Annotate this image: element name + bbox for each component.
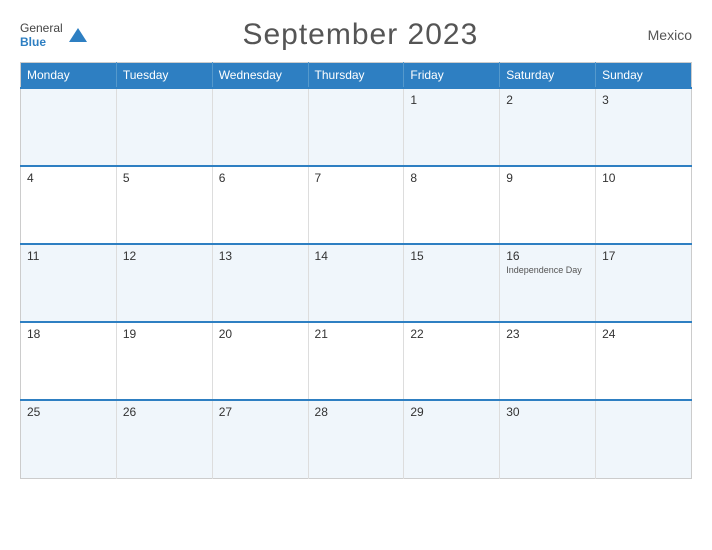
calendar-cell-w2-d5: 16 Independence Day [500, 244, 596, 322]
cell-day-number: 19 [123, 327, 136, 341]
cell-day-number: 18 [27, 327, 40, 341]
calendar-cell-w1-d5: 9 [500, 166, 596, 244]
calendar-cell-w4-d2: 27 [212, 400, 308, 478]
calendar-cell-w3-d0: 18 [21, 322, 117, 400]
cell-day-number: 8 [410, 171, 417, 185]
calendar-cell-w2-d1: 12 [116, 244, 212, 322]
weekday-monday: Monday [21, 63, 117, 89]
cell-day-number: 7 [315, 171, 322, 185]
logo-blue: Blue [20, 35, 46, 49]
logo: General Blue [20, 21, 89, 50]
cell-day-number: 2 [506, 93, 513, 107]
calendar-cell-w3-d4: 22 [404, 322, 500, 400]
weekday-thursday: Thursday [308, 63, 404, 89]
cell-day-number: 13 [219, 249, 232, 263]
cell-day-number: 4 [27, 171, 34, 185]
calendar-table: Monday Tuesday Wednesday Thursday Friday… [20, 62, 692, 479]
cell-day-number: 12 [123, 249, 136, 263]
calendar-week-1: 4 5 6 7 8 9 10 [21, 166, 692, 244]
calendar-cell-w1-d0: 4 [21, 166, 117, 244]
cell-day-number: 24 [602, 327, 615, 341]
calendar-week-4: 25 26 27 28 29 30 [21, 400, 692, 478]
cell-day-number: 21 [315, 327, 328, 341]
calendar-cell-w2-d3: 14 [308, 244, 404, 322]
calendar-cell-w1-d2: 6 [212, 166, 308, 244]
calendar-week-2: 11 12 13 14 15 16 Independence Day 17 [21, 244, 692, 322]
cell-day-number: 23 [506, 327, 519, 341]
cell-day-number: 6 [219, 171, 226, 185]
weekday-tuesday: Tuesday [116, 63, 212, 89]
logo-flag-icon [67, 26, 89, 44]
calendar-cell-w4-d4: 29 [404, 400, 500, 478]
cell-day-number: 16 [506, 249, 519, 263]
calendar-cell-w4-d1: 26 [116, 400, 212, 478]
cell-day-number: 20 [219, 327, 232, 341]
calendar-cell-w0-d3 [308, 88, 404, 166]
cell-day-number: 9 [506, 171, 513, 185]
cell-day-number: 30 [506, 405, 519, 419]
calendar-cell-w0-d4: 1 [404, 88, 500, 166]
cell-day-number: 14 [315, 249, 328, 263]
calendar-cell-w3-d3: 21 [308, 322, 404, 400]
logo-text: General Blue [20, 21, 63, 50]
cell-day-number: 11 [27, 249, 39, 263]
calendar-cell-w4-d6 [596, 400, 692, 478]
calendar-cell-w3-d5: 23 [500, 322, 596, 400]
calendar-cell-w1-d6: 10 [596, 166, 692, 244]
calendar-cell-w0-d1 [116, 88, 212, 166]
calendar-cell-w2-d6: 17 [596, 244, 692, 322]
weekday-sunday: Sunday [596, 63, 692, 89]
calendar-cell-w4-d3: 28 [308, 400, 404, 478]
calendar-cell-w2-d0: 11 [21, 244, 117, 322]
calendar-cell-w0-d5: 2 [500, 88, 596, 166]
logo-general: General [20, 21, 63, 35]
calendar-cell-w0-d2 [212, 88, 308, 166]
calendar-cell-w3-d1: 19 [116, 322, 212, 400]
cell-day-number: 3 [602, 93, 609, 107]
cell-day-number: 27 [219, 405, 232, 419]
cell-day-number: 17 [602, 249, 615, 263]
calendar-cell-w4-d5: 30 [500, 400, 596, 478]
calendar-cell-w1-d3: 7 [308, 166, 404, 244]
weekday-friday: Friday [404, 63, 500, 89]
calendar-cell-w1-d1: 5 [116, 166, 212, 244]
calendar-header: Monday Tuesday Wednesday Thursday Friday… [21, 63, 692, 89]
calendar-page: General Blue September 2023 Mexico Monda… [0, 0, 712, 550]
cell-event: Independence Day [506, 265, 589, 275]
calendar-cell-w4-d0: 25 [21, 400, 117, 478]
weekday-saturday: Saturday [500, 63, 596, 89]
calendar-cell-w3-d2: 20 [212, 322, 308, 400]
cell-day-number: 29 [410, 405, 423, 419]
cell-day-number: 10 [602, 171, 615, 185]
calendar-cell-w1-d4: 8 [404, 166, 500, 244]
cell-day-number: 26 [123, 405, 136, 419]
calendar-body: 12345678910111213141516Independence Day1… [21, 88, 692, 478]
weekday-row: Monday Tuesday Wednesday Thursday Friday… [21, 63, 692, 89]
calendar-title: September 2023 [89, 18, 632, 52]
cell-day-number: 22 [410, 327, 423, 341]
cell-day-number: 5 [123, 171, 130, 185]
calendar-week-3: 18 19 20 21 22 23 24 [21, 322, 692, 400]
calendar-week-0: 1 2 3 [21, 88, 692, 166]
weekday-wednesday: Wednesday [212, 63, 308, 89]
cell-day-number: 28 [315, 405, 328, 419]
cell-day-number: 1 [410, 93, 417, 107]
cell-day-number: 25 [27, 405, 40, 419]
calendar-cell-w2-d2: 13 [212, 244, 308, 322]
country-label: Mexico [632, 27, 692, 43]
calendar-cell-w0-d6: 3 [596, 88, 692, 166]
cell-day-number: 15 [410, 249, 423, 263]
calendar-cell-w2-d4: 15 [404, 244, 500, 322]
header: General Blue September 2023 Mexico [20, 18, 692, 52]
calendar-cell-w0-d0 [21, 88, 117, 166]
calendar-cell-w3-d6: 24 [596, 322, 692, 400]
